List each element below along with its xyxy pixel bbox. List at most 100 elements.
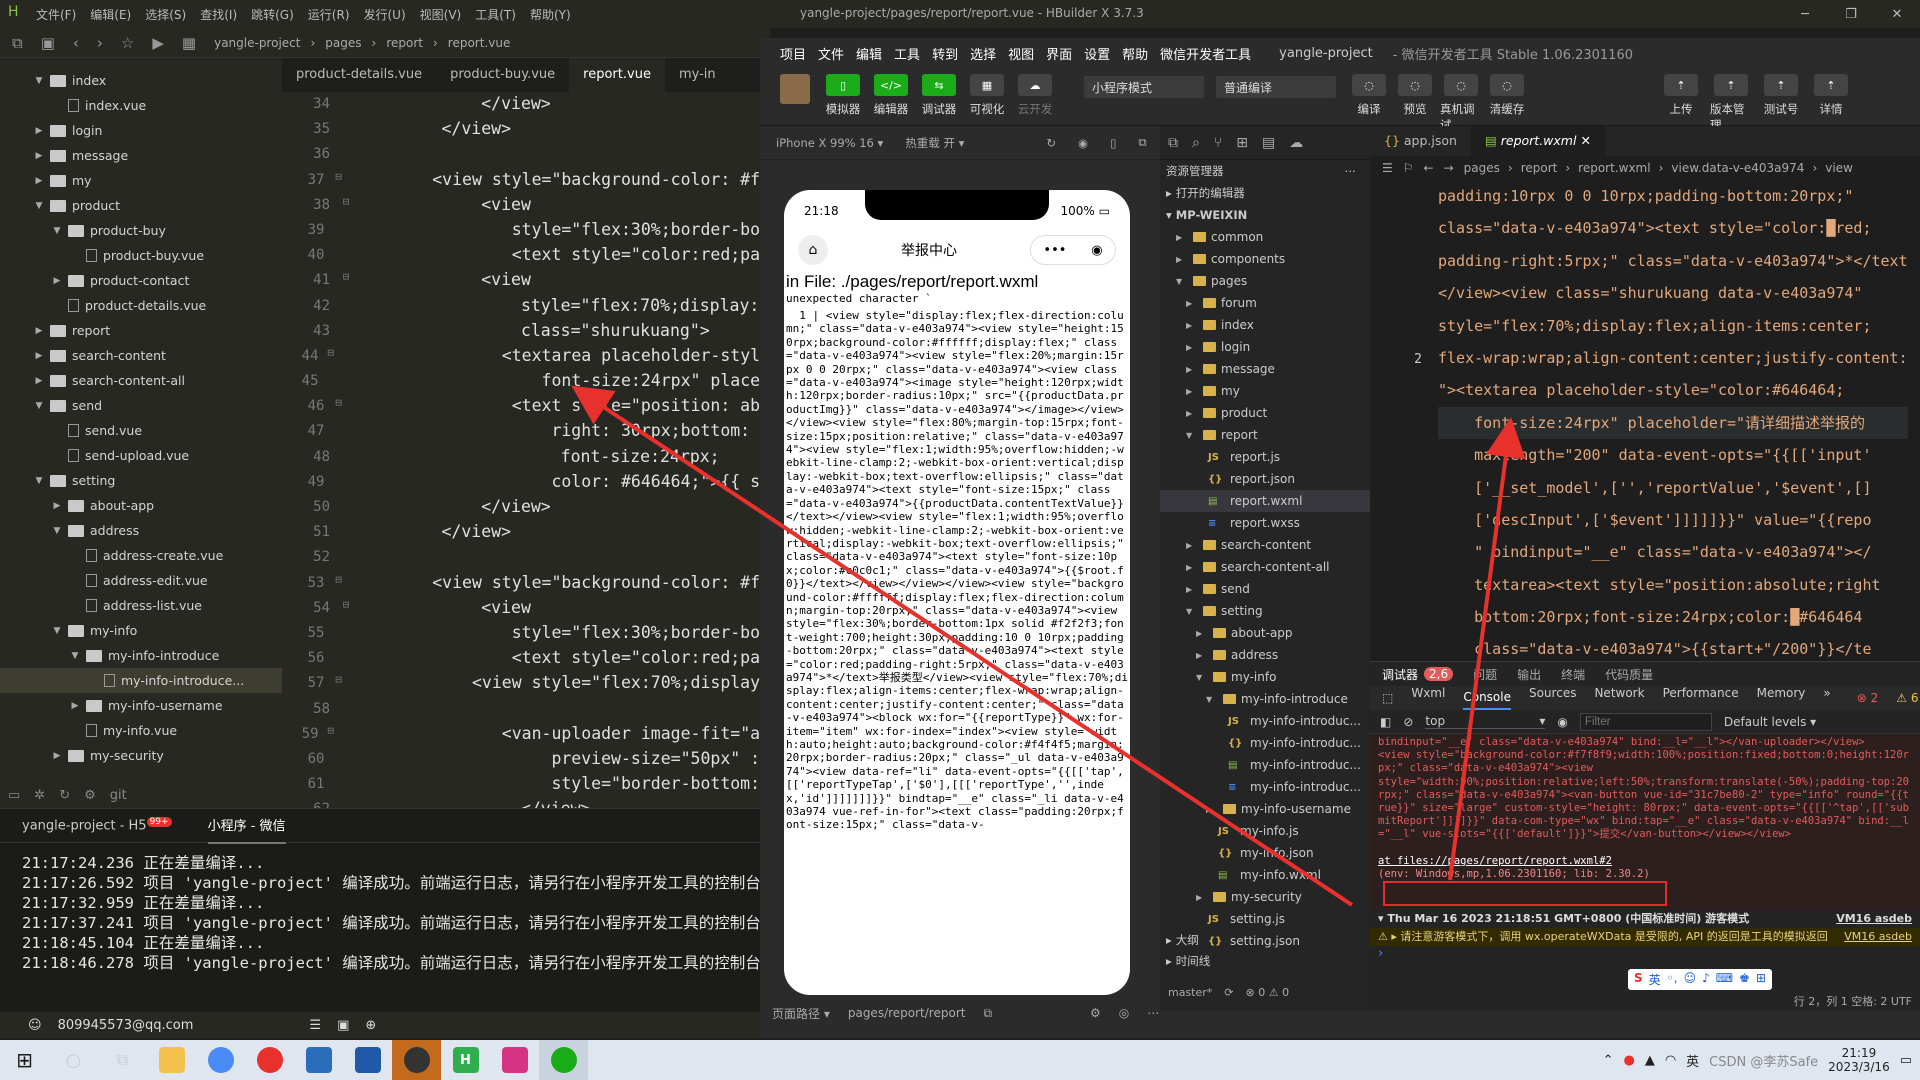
tool-button[interactable]: ☁ 云开发 <box>1014 74 1056 117</box>
fold-marker[interactable] <box>324 749 352 774</box>
context-select[interactable]: top ▾ <box>1425 714 1546 729</box>
explorer-item[interactable]: ▶ message <box>1160 358 1370 380</box>
code-line[interactable]: 53 ⊟ <view style="background-color: #ff <box>282 573 770 598</box>
compile-select[interactable]: 普通编译 <box>1216 76 1336 98</box>
chevron-down-icon[interactable]: ▼ <box>50 226 64 236</box>
wechat-menu-item[interactable]: 转到 <box>932 44 958 63</box>
code-line[interactable]: 55 style="flex:30%;border-bot <box>282 623 770 648</box>
code-line[interactable]: 58 <box>282 699 770 724</box>
debugger-tab[interactable]: 代码质量 <box>1605 666 1653 683</box>
tree-item[interactable]: ▼ my-info-introduce <box>0 643 282 668</box>
code-line[interactable]: 57 ⊟ <view style="flex:70%;display: <box>282 673 770 698</box>
editor-tab[interactable]: product-details.vue <box>282 58 436 92</box>
tray-wifi-icon[interactable]: ◠ <box>1665 1053 1676 1068</box>
chevron-right-icon[interactable]: ▶ <box>1196 651 1208 660</box>
open-editors[interactable]: ▸ 打开的编辑器 <box>1160 182 1370 204</box>
explorer-item[interactable]: {} my-info.json <box>1160 842 1370 864</box>
punct-icon[interactable]: ◦, <box>1667 971 1678 988</box>
chevron-right-icon[interactable]: ▶ <box>1186 541 1198 550</box>
debugger-tab[interactable]: 调试器 <box>1382 666 1418 683</box>
action-button[interactable]: ⇡ 上传 <box>1660 74 1702 133</box>
forward-icon[interactable]: › <box>97 34 103 52</box>
log-levels-select[interactable]: Default levels ▾ <box>1724 715 1816 729</box>
emoji-icon[interactable]: ☺ <box>1684 971 1697 988</box>
code-line[interactable]: 52 <box>282 547 770 572</box>
fold-marker[interactable] <box>324 245 352 270</box>
debugger-tab[interactable]: 问题 <box>1473 666 1497 683</box>
globe-icon[interactable]: ⊕ <box>365 1018 376 1033</box>
sogou-icon[interactable]: S <box>1634 971 1643 988</box>
chevron-down-icon[interactable]: ▼ <box>50 626 64 636</box>
problems-count[interactable]: ⊗ 0 ⚠ 0 <box>1246 986 1290 999</box>
chevron-right-icon[interactable]: ▶ <box>50 501 64 511</box>
explorer-item[interactable]: JS report.js <box>1160 446 1370 468</box>
fold-marker[interactable]: ⊟ <box>324 573 352 598</box>
chevron-right-icon[interactable]: ▶ <box>32 126 46 136</box>
tray-ime[interactable]: 英 <box>1686 1051 1699 1070</box>
ime-lang[interactable]: 英 <box>1649 971 1661 988</box>
chevron-right-icon[interactable]: ▶ <box>32 326 46 336</box>
tree-item[interactable]: product-details.vue <box>0 293 282 318</box>
code-line[interactable]: flex-wrap:wrap;align-content:center;just… <box>1438 342 1908 374</box>
explorer-item[interactable]: ▶ about-app <box>1160 622 1370 644</box>
breadcrumb-item[interactable]: yangle-project <box>214 36 300 50</box>
code-line[interactable]: 47 right: 30rpx;bottom: 2 <box>282 421 770 446</box>
files-icon[interactable]: ⧉ <box>1168 135 1178 151</box>
code-line[interactable]: style="flex:70%;display:flex;align-items… <box>1438 310 1908 342</box>
chevron-down-icon[interactable]: ▼ <box>1206 695 1218 704</box>
explorer-item[interactable]: ▶ search-content <box>1160 534 1370 556</box>
fold-marker[interactable]: ⊟ <box>324 673 352 698</box>
tool-button[interactable]: ▦ 可视化 <box>966 74 1008 117</box>
fold-marker[interactable] <box>330 522 362 547</box>
cloud-icon[interactable]: ☁ <box>1289 135 1303 151</box>
code-line[interactable]: ['descInput',['$event']]]]]}}" value="{{… <box>1438 504 1908 536</box>
code-line[interactable]: 34 </view> <box>282 94 770 119</box>
breadcrumb-item[interactable]: pages <box>1464 161 1500 175</box>
devtools-tab[interactable]: Sources <box>1529 686 1576 710</box>
chevron-down-icon[interactable]: ▼ <box>32 201 46 211</box>
chevron-down-icon[interactable]: ▼ <box>32 476 46 486</box>
eye-icon[interactable]: ◎ <box>1119 1006 1129 1020</box>
tray-net-icon[interactable]: ▲ <box>1645 1053 1655 1068</box>
warning-source-link[interactable]: VM16 asdeb <box>1844 930 1912 944</box>
explorer-item[interactable]: ▤ my-info.wxml <box>1160 864 1370 886</box>
explorer-item[interactable]: ▶ my-security <box>1160 886 1370 908</box>
explorer-item[interactable]: ▼ my-info <box>1160 666 1370 688</box>
explorer-item[interactable]: ▼ setting <box>1160 600 1370 622</box>
action-button[interactable]: ⇡ 版本管理 <box>1710 74 1752 133</box>
editor-tab[interactable]: my-in <box>665 58 730 92</box>
fold-marker[interactable]: ⊟ <box>324 170 352 195</box>
wechat-menu-item[interactable]: 帮助 <box>1122 44 1148 63</box>
editor-tab[interactable]: product-buy.vue <box>436 58 569 92</box>
action-button[interactable]: ◌ 清缓存 <box>1486 74 1528 133</box>
back-icon[interactable]: ‹ <box>73 34 79 52</box>
explorer-app-icon[interactable] <box>147 1040 196 1080</box>
tree-item[interactable]: ▶ about-app <box>0 493 282 518</box>
fold-marker[interactable] <box>324 774 352 799</box>
fold-marker[interactable]: ⊟ <box>319 724 343 749</box>
code-line[interactable]: 41 ⊟ <view <box>282 270 770 295</box>
fold-marker[interactable]: ⊟ <box>319 346 343 371</box>
app2-icon[interactable] <box>343 1040 392 1080</box>
chevron-right-icon[interactable]: ▶ <box>1186 343 1198 352</box>
more-icon[interactable]: ••• <box>1043 243 1066 258</box>
tree-item[interactable]: ▶ my-info-username <box>0 693 282 718</box>
chevron-right-icon[interactable]: ▶ <box>32 376 46 386</box>
fold-marker[interactable]: ⊟ <box>330 270 362 295</box>
explorer-item[interactable]: JS my-info.js <box>1160 820 1370 842</box>
explorer-item[interactable]: ▶ index <box>1160 314 1370 336</box>
action-button[interactable]: ◌ 预览 <box>1394 74 1436 133</box>
explorer-item[interactable]: ▶ product <box>1160 402 1370 424</box>
action-button[interactable]: ⇡ 详情 <box>1810 74 1852 133</box>
skin-icon[interactable]: ♚ <box>1739 971 1750 988</box>
tree-item[interactable]: send.vue <box>0 418 282 443</box>
tree-item[interactable]: product-buy.vue <box>0 243 282 268</box>
chevron-right-icon[interactable]: ▶ <box>68 701 82 711</box>
explorer-item[interactable]: ▤ my-info-introduc... <box>1160 754 1370 776</box>
chevron-right-icon[interactable]: ▶ <box>1206 805 1218 814</box>
tree-item[interactable]: ▼ product-buy <box>0 218 282 243</box>
chevron-right-icon[interactable]: ▶ <box>1186 409 1198 418</box>
wechat-menu-item[interactable]: 视图 <box>1008 44 1034 63</box>
devtools-tab[interactable]: Wxml <box>1411 686 1445 710</box>
tree-item[interactable]: ▼ address <box>0 518 282 543</box>
